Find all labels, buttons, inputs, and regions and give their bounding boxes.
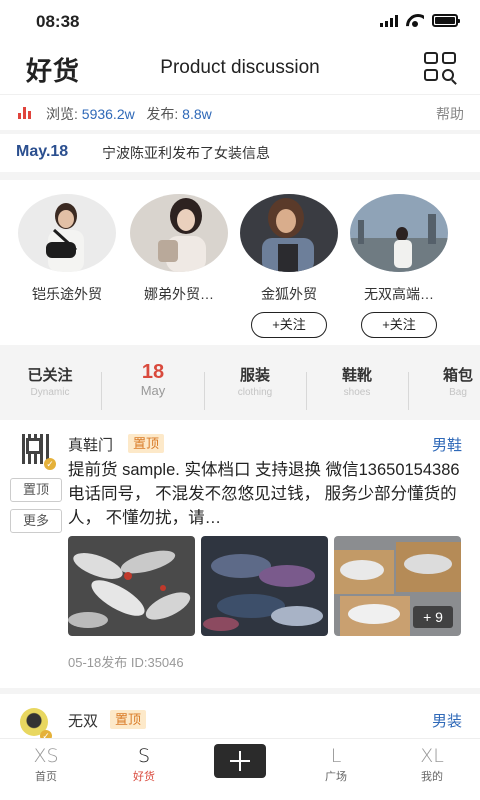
category-sublabel: shoes (343, 387, 371, 398)
app-header: 好货 Product discussion (0, 44, 480, 94)
post-photo[interactable] (68, 536, 195, 636)
posts-label: 发布: (146, 106, 179, 122)
seller-avatar (130, 194, 228, 272)
category-sublabel: clothing (237, 387, 273, 398)
divider (101, 372, 102, 410)
tab-mine[interactable]: XL 我的 (402, 745, 462, 784)
app-screen: 08:38 好货 Product discussion 浏览: 5936.2w … (0, 0, 480, 800)
tab-label: 我的 (421, 771, 443, 783)
seller-card[interactable]: 铠乐途外贸 (12, 194, 122, 304)
wifi-icon (406, 14, 424, 27)
pin-button[interactable]: 置顶 (10, 478, 62, 502)
post-card[interactable]: ✓ 真鞋门 置顶 男鞋 置顶 更多 提前货 sample. 实体档口 支持退换 … (0, 420, 480, 688)
tab-shoes[interactable]: 鞋靴 shoes (307, 364, 407, 398)
bar-chart-icon (18, 107, 31, 119)
seller-card[interactable]: 金狐外贸 +关注 (234, 194, 344, 338)
tab-home[interactable]: XS 首页 (16, 745, 76, 784)
views-label: 浏览: (46, 106, 78, 122)
tab-icon-text: S (137, 745, 151, 767)
tab-icon-text: XS (33, 745, 59, 767)
post-author[interactable]: 无双 (68, 710, 98, 731)
seller-avatar (18, 194, 116, 272)
category-label: 鞋靴 (341, 367, 372, 384)
category-label: 18 (141, 361, 165, 383)
tab-bags[interactable]: 箱包 Bag (408, 364, 480, 398)
more-button[interactable]: 更多 (10, 509, 62, 533)
status-time: 08:38 (36, 12, 80, 31)
category-tabs: 已关注 Dynamic 18 May 服装 clothing 鞋靴 shoes … (0, 352, 480, 418)
post-text: 提前货 sample. 实体档口 支持退换 微信13650154386电话同号，… (68, 461, 460, 527)
pinned-tag: 置顶 (110, 710, 147, 729)
more-photos-badge: + 9 (413, 606, 453, 628)
seller-card[interactable]: 娜弟外贸… (124, 194, 234, 304)
post-card[interactable]: ✓ 无双 置顶 男装 (0, 694, 480, 742)
tab-icon-text: XL (420, 745, 444, 767)
post-author[interactable]: 真鞋门 (68, 434, 113, 455)
status-icons (380, 14, 460, 27)
page-title: Product discussion (160, 57, 320, 78)
tab-followed[interactable]: 已关注 Dynamic (0, 364, 100, 398)
seller-name: 无双高端… (364, 286, 434, 302)
stats-text: 浏览: 5936.2w 发布: 8.8w (46, 104, 212, 124)
tab-clothing[interactable]: 服装 clothing (205, 364, 305, 398)
battery-icon (432, 14, 460, 27)
add-post-button[interactable] (214, 744, 266, 778)
seller-avatar (240, 194, 338, 272)
tab-label: 广场 (325, 771, 347, 783)
seller-name: 娜弟外贸… (144, 286, 214, 302)
tab-label: 好货 (133, 771, 155, 783)
cellular-signal-icon (380, 14, 398, 27)
category-sublabel: May (140, 383, 166, 398)
post-photo[interactable]: + 9 (334, 536, 461, 636)
post-photo[interactable] (201, 536, 328, 636)
bottom-tab-bar: XS 首页 S 好货 L 广场 XL 我的 (0, 738, 480, 800)
tab-icon-text: L (330, 745, 342, 767)
status-bar: 08:38 (0, 0, 480, 44)
category-label: 已关注 (27, 367, 73, 384)
category-label: 箱包 (442, 367, 473, 384)
news-message: 宁波陈亚利发布了女装信息 (102, 145, 270, 161)
category-label: 服装 (239, 367, 270, 384)
news-ticker[interactable]: May.18 宁波陈亚利发布了女装信息 (0, 134, 480, 172)
pinned-tag: 置顶 (128, 434, 165, 453)
verified-badge-icon: ✓ (44, 458, 56, 470)
follow-button[interactable]: +关注 (251, 312, 327, 338)
follow-button[interactable]: +关注 (361, 312, 437, 338)
tab-date[interactable]: 18 May (103, 361, 203, 398)
news-date: May.18 (16, 143, 69, 160)
seller-name: 金狐外贸 (261, 286, 317, 302)
post-photos: + 9 (68, 536, 461, 636)
seller-avatar (350, 194, 448, 272)
category-search-icon[interactable] (424, 52, 458, 82)
help-link[interactable]: 帮助 (436, 104, 464, 124)
post-meta: 05-18发布 ID:35046 (68, 655, 184, 670)
seller-carousel[interactable]: 铠乐途外贸 娜弟外贸… 金狐外贸 +关注 无双高端… +关注 (0, 180, 480, 345)
tab-goods[interactable]: S 好货 (114, 745, 174, 784)
tab-label: 首页 (35, 771, 57, 783)
category-sublabel: Bag (449, 387, 467, 398)
category-sublabel: Dynamic (30, 387, 70, 398)
stats-bar: 浏览: 5936.2w 发布: 8.8w 帮助 (0, 94, 480, 130)
views-value: 5936.2w (81, 106, 135, 122)
posts-value: 8.8w (182, 106, 212, 122)
seller-name: 铠乐途外贸 (32, 286, 102, 302)
post-category-link[interactable]: 男装 (432, 710, 462, 731)
seller-card[interactable]: 无双高端… +关注 (344, 194, 454, 338)
post-category-link[interactable]: 男鞋 (432, 434, 462, 455)
tab-square[interactable]: L 广场 (306, 745, 366, 784)
